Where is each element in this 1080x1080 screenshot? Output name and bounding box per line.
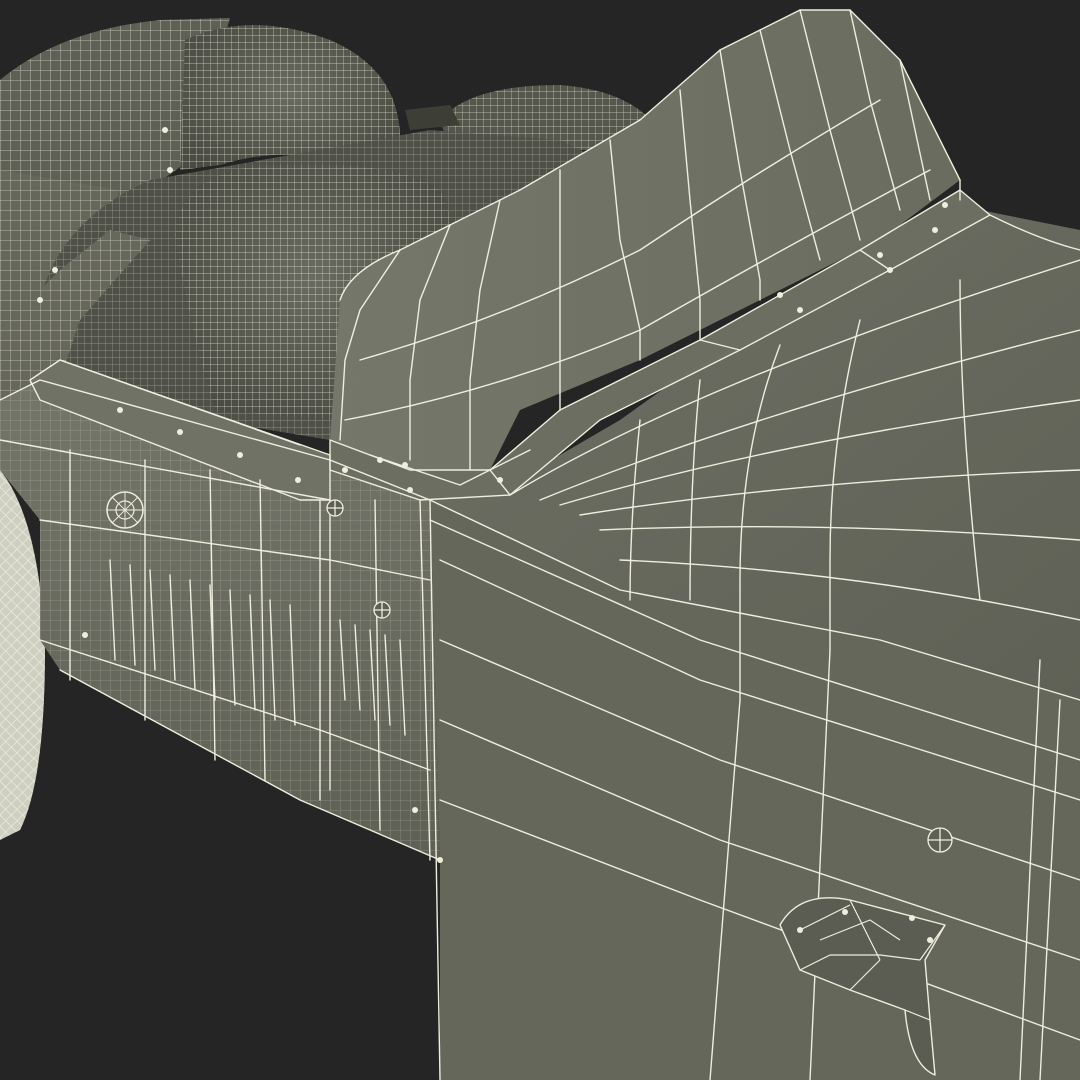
filler-cap <box>106 491 144 529</box>
wireframe-render <box>0 0 1080 1080</box>
render-canvas <box>0 0 1080 1080</box>
